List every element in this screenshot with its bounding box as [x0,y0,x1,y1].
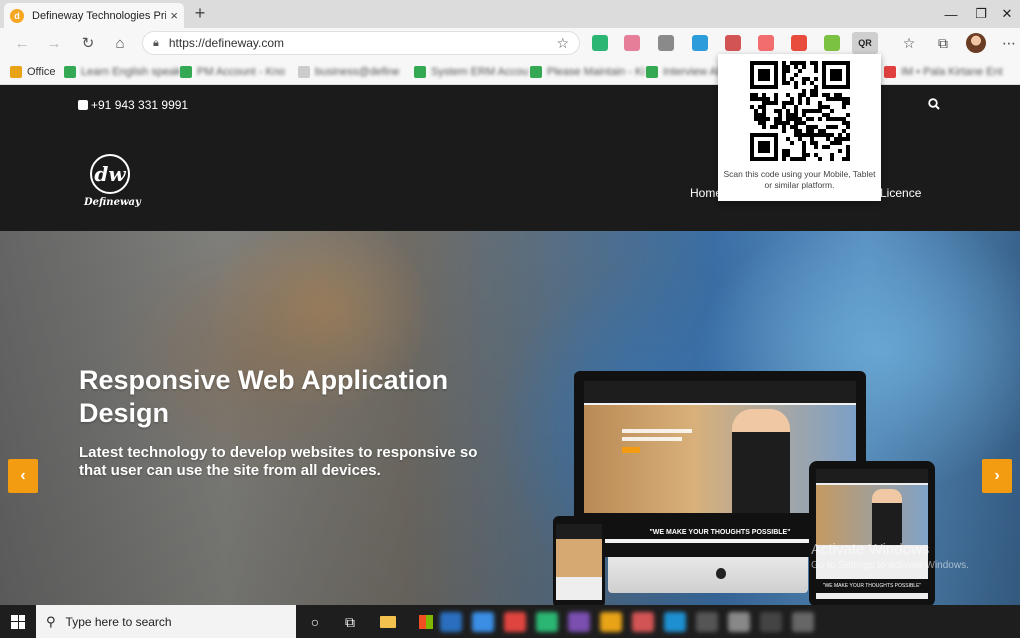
more-menu-icon[interactable]: ⋯ [998,33,1020,53]
new-tab-button[interactable]: + [190,3,210,24]
tab-close-icon[interactable]: × [170,8,178,23]
hero-title: Responsive Web Application Design [79,364,499,430]
hero-slider: Responsive Web Application Design Latest… [0,231,1020,605]
folder-icon [10,66,22,78]
watermark-subtitle: Go to Settings to activate Windows. [811,560,969,571]
logo-mark: dw [90,154,130,194]
phone-icon [78,100,88,110]
favorite-star-icon[interactable]: ☆ [556,35,569,52]
hero-subtitle: Latest technology to develop websites to… [79,444,499,480]
tab-title: Defineway Technologies Private L [32,10,166,22]
extension-icon-7[interactable] [791,35,807,51]
qr-code-extension-button[interactable]: QR [852,32,878,54]
address-bar[interactable]: 🔒︎ https://defineway.com ☆ [142,31,580,55]
bookmark-item[interactable]: Office [10,63,56,81]
bookmark-icon [884,66,896,78]
bookmark-icon [414,66,426,78]
taskbar-pinned-apps[interactable] [440,609,1020,635]
collections-icon[interactable]: ⧉ [932,33,954,53]
phone-mockup-image [553,516,605,605]
bookmark-label: PM Account - Kno [197,66,285,78]
browser-tab[interactable]: d Defineway Technologies Private L × [4,3,184,28]
tablet-mockup-image: "WE MAKE YOUR THOUGHTS POSSIBLE" [809,461,935,605]
windows-taskbar: ⚲ Type here to search ○ ⧉ [0,605,1020,638]
site-logo[interactable]: dw Defineway [84,154,136,208]
cortana-icon[interactable]: ○ [305,612,325,632]
bookmark-icon [646,66,658,78]
phone-number: +91 943 331 9991 [91,98,188,112]
bookmark-label: System ERM Accou [431,66,528,78]
extension-icon-5[interactable] [725,35,741,51]
watermark-title: Activate Windows [811,541,969,558]
qr-caption: Scan this code using your Mobile, Tablet… [722,169,877,191]
site-favicon-icon: d [10,9,24,23]
extension-icon-2[interactable] [624,35,640,51]
bookmark-item[interactable]: business@define [298,63,400,81]
taskbar-search-box[interactable]: ⚲ Type here to search [36,605,296,638]
bookmark-label: Office [27,66,56,78]
qr-code-image [750,61,850,161]
phone-contact[interactable]: +91 943 331 9991 [78,98,188,112]
logo-text: Defineway [84,197,136,208]
browser-tab-strip: d Defineway Technologies Private L × + —… [0,0,1020,28]
back-arrow-icon[interactable]: ← [10,32,34,54]
address-url[interactable]: https://defineway.com [169,36,557,50]
tablet-quote: "WE MAKE YOUR THOUGHTS POSSIBLE" [816,579,928,593]
lock-icon: 🔒︎ [153,37,159,50]
home-icon[interactable]: ⌂ [108,32,132,54]
bookmark-label: Learn English speak [81,66,181,78]
extension-icon-8[interactable] [824,35,840,51]
forward-arrow-icon[interactable]: → [42,32,66,54]
bookmark-icon [530,66,542,78]
bookmark-icon [180,66,192,78]
windows-logo-icon [11,615,25,629]
file-explorer-icon[interactable] [378,612,398,632]
qr-code-popup: Scan this code using your Mobile, Tablet… [718,54,881,201]
bookmark-item[interactable]: IM • Pala Kirtane Ent [884,63,1003,81]
bookmark-item[interactable]: System ERM Accou [414,63,528,81]
extension-icon-3[interactable] [658,35,674,51]
activate-windows-watermark: Activate Windows Go to Settings to activ… [811,541,969,571]
bookmark-label: business@define [315,66,400,78]
store-icon[interactable] [416,612,436,632]
start-button[interactable] [0,605,36,638]
search-icon[interactable] [928,98,940,113]
refresh-icon[interactable]: ↻ [76,32,100,54]
slider-prev-button[interactable]: ‹ [8,459,38,493]
bookmark-item[interactable]: PM Account - Kno [180,63,285,81]
bookmark-label: Please Maintain - Ki [547,66,645,78]
favorites-icon[interactable]: ☆ [898,33,920,53]
apple-logo-icon [716,568,726,579]
bookmark-label: IM • Pala Kirtane Ent [901,66,1003,78]
extension-icon-6[interactable] [758,35,774,51]
nav-licence[interactable]: Licence [880,186,921,200]
bookmark-icon [298,66,310,78]
bookmark-item[interactable]: Learn English speak [64,63,181,81]
bookmark-icon [64,66,76,78]
search-icon: ⚲ [46,614,56,630]
task-view-icon[interactable]: ⧉ [340,612,360,632]
extension-icon-4[interactable] [692,35,708,51]
slider-next-button[interactable]: › [982,459,1012,493]
close-window-button[interactable]: ✕ [984,0,1020,28]
taskbar-search-placeholder: Type here to search [66,615,172,629]
bookmark-item[interactable]: Please Maintain - Ki [530,63,645,81]
profile-avatar[interactable] [966,33,986,53]
extension-icon-1[interactable] [592,35,608,51]
